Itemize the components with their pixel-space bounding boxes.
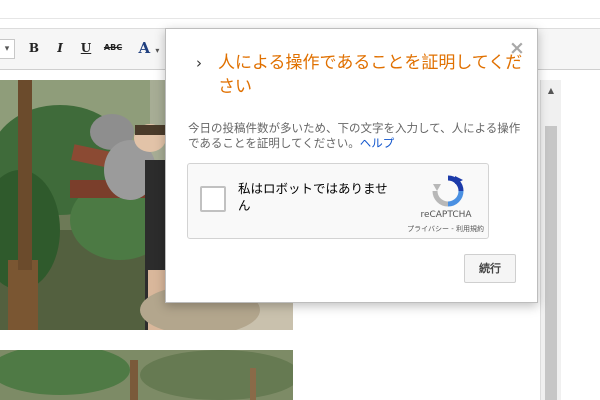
checkbox-label: 私はロボットではありません <box>238 181 388 213</box>
bold-button[interactable]: B <box>26 39 42 57</box>
dialog-description: 今日の投稿件数が多いため、下の文字を入力して、人による操作であることを証明してく… <box>188 121 523 151</box>
scroll-up-icon[interactable]: ▲ <box>541 84 561 98</box>
continue-button[interactable]: 続行 <box>464 254 516 283</box>
scroll-thumb[interactable] <box>545 126 557 400</box>
recaptcha-logo-icon <box>432 175 464 207</box>
forest-photo <box>0 350 293 400</box>
captcha-dialog: × › 人による操作であることを証明してください 今日の投稿件数が多いため、下の… <box>165 28 538 303</box>
privacy-terms-links[interactable]: プライバシー - 利用規約 <box>380 224 484 234</box>
not-robot-checkbox[interactable] <box>200 186 226 212</box>
text-color-label: A <box>138 39 151 57</box>
chevron-down-icon: ▾ <box>155 45 160 55</box>
help-link[interactable]: ヘルプ <box>360 136 395 150</box>
italic-button[interactable]: I <box>52 39 68 57</box>
recaptcha-brand: reCAPTCHA <box>420 210 472 220</box>
recaptcha-widget: 私はロボットではありません reCAPTCHA プライバシー - 利用規約 <box>187 163 489 239</box>
chevron-right-icon: › <box>196 54 202 72</box>
underline-button[interactable]: U <box>78 39 94 57</box>
text-color-button[interactable]: A ▾ <box>136 39 162 57</box>
strikethrough-button[interactable]: ABC <box>102 39 124 57</box>
top-strip <box>0 0 600 19</box>
description-text: 今日の投稿件数が多いため、下の文字を入力して、人による操作であることを証明してく… <box>188 121 521 150</box>
editor-scrollbar[interactable]: ▲ <box>540 80 561 400</box>
font-size-dropdown[interactable]: ▾ <box>0 39 15 59</box>
dialog-title: 人による操作であることを証明してください <box>218 53 523 97</box>
